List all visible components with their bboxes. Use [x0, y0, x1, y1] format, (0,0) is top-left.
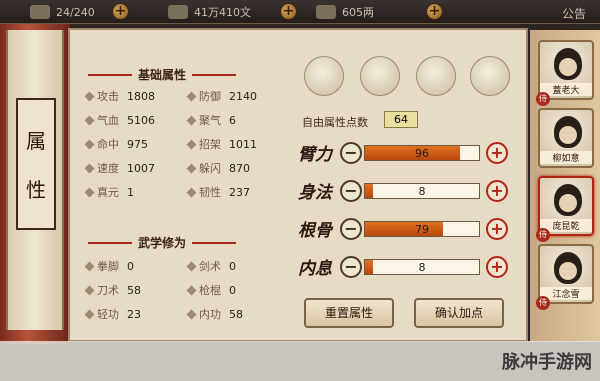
- add-stamina-button[interactable]: +: [112, 3, 129, 20]
- attribute-panel: 基础属性 攻击 1808 防御 2140 气血 5106 聚气 6 命中 975 招架 10…: [68, 28, 528, 342]
- stat-qi: 聚气 6: [186, 112, 236, 128]
- coin-value: 41万410文: [194, 6, 251, 19]
- stat-parry: 招架 1011: [186, 136, 257, 152]
- reset-attributes-button[interactable]: 重置属性: [304, 298, 394, 328]
- stat-blade: 刀术 58: [84, 282, 141, 298]
- stat-attack: 攻击 1808: [84, 88, 155, 104]
- attributes-tab[interactable]: 属 性: [16, 98, 56, 230]
- stat-toughness: 韧性 237: [186, 184, 250, 200]
- tab-char-2: 性: [26, 178, 46, 202]
- badge-icon: 侍: [536, 228, 550, 242]
- silver-icon: [316, 5, 336, 19]
- divider: [88, 73, 132, 76]
- attr-name: 身法: [298, 183, 332, 203]
- notice-button[interactable]: 公告: [562, 5, 586, 22]
- avatar: [554, 252, 582, 284]
- character-portrait-icon[interactable]: [304, 56, 344, 96]
- top-resource-bar: 24/240 + 41万410文 + 605两 + 公告: [0, 0, 600, 24]
- free-points-value: 64: [384, 111, 418, 128]
- attr-name: 根骨: [298, 221, 332, 241]
- strength-bar: 96: [364, 145, 480, 161]
- watermark-text: 脉冲手游网: [502, 352, 592, 373]
- roster-card-3[interactable]: 江念雪侍: [536, 244, 594, 310]
- decrease-strength-button[interactable]: −: [340, 142, 362, 164]
- silver-value: 605两: [342, 6, 374, 19]
- divider: [192, 241, 237, 244]
- inner-breath-bar: 8: [364, 259, 480, 275]
- constitution-bar: 79: [364, 221, 480, 237]
- add-coin-button[interactable]: +: [280, 3, 297, 20]
- scroll-skill-icon[interactable]: [360, 56, 400, 96]
- stat-neigong: 内功 58: [186, 306, 243, 322]
- decrease-inner-breath-button[interactable]: −: [340, 256, 362, 278]
- attr-row-strength: 臂力 − 96 +: [298, 142, 520, 166]
- increase-strength-button[interactable]: +: [486, 142, 508, 164]
- basic-attributes-title: 基础属性: [88, 66, 237, 83]
- avatar: [554, 184, 582, 216]
- agility-bar: 8: [364, 183, 480, 199]
- meridian-figure-icon[interactable]: [470, 56, 510, 96]
- decrease-constitution-button[interactable]: −: [340, 218, 362, 240]
- stat-zhenyuan: 真元 1: [84, 184, 134, 200]
- character-roster: 蓋老大侍 柳如意 庞昆乾侍 江念雪侍: [530, 30, 600, 342]
- roster-name: 柳如意: [540, 151, 592, 164]
- stamina-value: 24/240: [56, 5, 95, 19]
- decrease-agility-button[interactable]: −: [340, 180, 362, 202]
- stat-fist: 拳脚 0: [84, 258, 134, 274]
- attr-row-inner-breath: 内息 − 8 +: [298, 256, 520, 280]
- free-points-label: 自由属性点数: [302, 116, 368, 129]
- attr-row-constitution: 根骨 − 79 +: [298, 218, 520, 242]
- stat-defense: 防御 2140: [186, 88, 257, 104]
- taiji-icon[interactable]: [416, 56, 456, 96]
- avatar: [554, 116, 582, 148]
- martial-title-text: 武学修为: [138, 236, 187, 250]
- badge-icon: 侍: [536, 296, 550, 310]
- martial-title: 武学修为: [88, 234, 237, 251]
- attr-row-agility: 身法 − 8 +: [298, 180, 520, 204]
- stat-qinggong: 轻功 23: [84, 306, 141, 322]
- attr-name: 内息: [298, 259, 332, 279]
- avatar: [554, 48, 582, 80]
- stat-dodge: 躲闪 870: [186, 160, 250, 176]
- divider: [88, 241, 132, 244]
- roster-card-2[interactable]: 庞昆乾侍: [536, 176, 594, 242]
- roster-card-0[interactable]: 蓋老大侍: [536, 40, 594, 106]
- stat-sword: 剑术 0: [186, 258, 236, 274]
- attr-name: 臂力: [298, 145, 332, 165]
- divider: [192, 73, 237, 76]
- roster-card-1[interactable]: 柳如意: [538, 108, 594, 168]
- increase-agility-button[interactable]: +: [486, 180, 508, 202]
- tab-char-1: 属: [26, 129, 46, 153]
- silver-resource: 605两: [316, 3, 374, 21]
- badge-icon: 侍: [536, 92, 550, 106]
- coin-icon: [168, 5, 188, 19]
- basic-title-text: 基础属性: [138, 68, 187, 82]
- coin-resource: 41万410文: [168, 3, 251, 21]
- stamina-resource: 24/240: [30, 3, 95, 21]
- stamina-icon: [30, 5, 50, 19]
- stat-hit: 命中 975: [84, 136, 148, 152]
- stat-speed: 速度 1007: [84, 160, 155, 176]
- stat-spear: 枪棍 0: [186, 282, 236, 298]
- confirm-points-button[interactable]: 确认加点: [414, 298, 504, 328]
- increase-inner-breath-button[interactable]: +: [486, 256, 508, 278]
- add-silver-button[interactable]: +: [426, 3, 443, 20]
- increase-constitution-button[interactable]: +: [486, 218, 508, 240]
- stat-hp: 气血 5106: [84, 112, 155, 128]
